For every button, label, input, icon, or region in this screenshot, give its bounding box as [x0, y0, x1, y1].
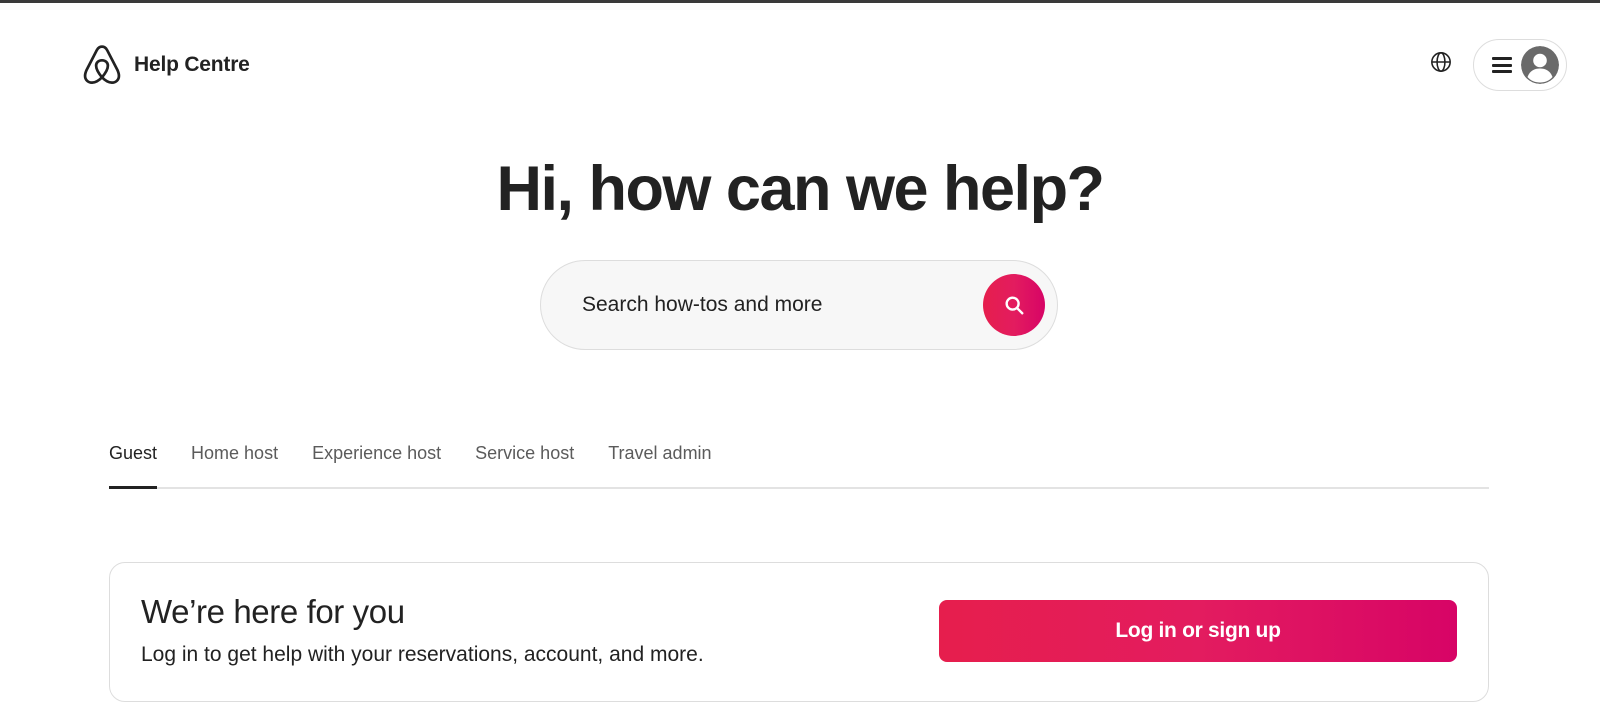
- help-centre-page: Help Centre Hi, how can we help? Search …: [0, 0, 1600, 717]
- tab-travel-admin[interactable]: Travel admin: [608, 423, 711, 487]
- search-bar: [540, 260, 1058, 350]
- site-header: Help Centre: [0, 3, 1600, 123]
- hero-title: Hi, how can we help?: [496, 154, 1105, 224]
- brand-link[interactable]: Help Centre: [83, 45, 250, 85]
- tab-home-host[interactable]: Home host: [191, 423, 278, 487]
- language-button[interactable]: [1426, 47, 1456, 77]
- search-button[interactable]: [983, 274, 1045, 336]
- user-avatar-icon: [1521, 46, 1559, 84]
- tab-guest[interactable]: Guest: [109, 423, 158, 489]
- card-title: We’re here for you: [141, 593, 405, 630]
- search-icon: [1003, 294, 1025, 316]
- login-prompt-card: We’re here for you Log in to get help wi…: [109, 562, 1489, 702]
- globe-icon: [1430, 51, 1452, 73]
- audience-tabs: Guest Home host Experience host Service …: [109, 423, 1489, 489]
- tab-experience-host[interactable]: Experience host: [312, 423, 441, 487]
- login-signup-button[interactable]: Log in or sign up: [939, 600, 1457, 662]
- user-menu-button[interactable]: [1473, 39, 1567, 91]
- tab-service-host[interactable]: Service host: [475, 423, 574, 487]
- search-input[interactable]: [582, 293, 983, 317]
- card-subtitle: Log in to get help with your reservation…: [141, 643, 704, 666]
- hamburger-menu-icon: [1492, 57, 1512, 73]
- airbnb-logo-icon: [83, 45, 121, 85]
- brand-label: Help Centre: [134, 53, 250, 76]
